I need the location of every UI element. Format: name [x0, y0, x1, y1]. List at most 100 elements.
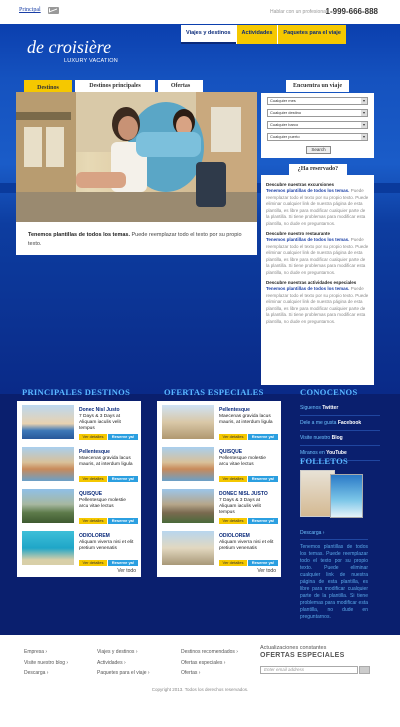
- home-link[interactable]: Principal: [19, 7, 41, 13]
- logo[interactable]: de croisière: [27, 37, 111, 58]
- search-button[interactable]: Search: [306, 146, 331, 154]
- item-text: Aliquam viverra nisi et elit pretium ven…: [79, 540, 134, 551]
- reserve-button[interactable]: Reserve ya!: [248, 476, 278, 482]
- thumbnail[interactable]: [162, 405, 214, 439]
- details-button[interactable]: Ver detalles: [79, 434, 107, 440]
- thumbnail[interactable]: [162, 447, 214, 481]
- ofertas-list: Pellentesque Maecenas gravida lacus maur…: [157, 401, 281, 577]
- item-title[interactable]: QUISQUE: [79, 491, 102, 497]
- nav-paquetes[interactable]: Paquetes para el viaje: [277, 25, 346, 44]
- item-text: Maecenas gravida lacus mauris, at interd…: [219, 414, 273, 425]
- excursion-title[interactable]: Descubre nuestras actividades especiales: [266, 279, 369, 286]
- nav-viajes[interactable]: Viajes y destinos: [181, 25, 236, 44]
- item-title[interactable]: Pellentesque: [219, 407, 250, 413]
- item-title[interactable]: ODIOLOREM: [219, 533, 250, 539]
- item-text: Pellentesque molestie arcu vitae lectus: [219, 456, 266, 467]
- subscribe-button[interactable]: [359, 666, 370, 674]
- thumbnail[interactable]: [162, 531, 214, 565]
- brochure-cover[interactable]: [330, 474, 363, 518]
- facebook-link[interactable]: Dele a me gusta Facebook: [300, 419, 380, 431]
- main-nav: Viajes y destinos Actividades Paquetes p…: [181, 25, 346, 44]
- footer-link[interactable]: Paquetes para el viaje: [97, 668, 150, 679]
- excursion-title[interactable]: Descubre nuestras excursiones: [266, 181, 369, 188]
- footer-link[interactable]: Viajes y destinos: [97, 647, 150, 658]
- phone-number: 1-999-666-888: [325, 7, 378, 16]
- reserve-button[interactable]: Reserve ya!: [108, 518, 138, 524]
- footer-link[interactable]: Visite nuestro blog: [24, 658, 68, 669]
- footer-link[interactable]: Actividades: [97, 658, 150, 669]
- item-text: Maecenas gravida lacus mauris, at interd…: [79, 456, 133, 467]
- reserve-button[interactable]: Reserve ya!: [248, 560, 278, 566]
- footer: Empresa Visite nuestro blog Descarga Via…: [0, 635, 400, 727]
- thumbnail[interactable]: [22, 489, 74, 523]
- details-button[interactable]: Ver detalles: [219, 518, 247, 524]
- ofertas-title: OFERTAS ESPECIALES: [164, 387, 264, 397]
- tab-destinos[interactable]: Destinos: [24, 80, 72, 92]
- ship-select[interactable]: Cualquier barco: [267, 121, 368, 129]
- logo-tagline: LUXURY VACATION: [64, 58, 118, 64]
- reserved-title: ¿Ha reservado?: [289, 164, 347, 175]
- list-item: QUISQUE Pellentesque molestie arcu vitae…: [162, 446, 278, 487]
- reserve-button[interactable]: Reserve ya!: [108, 560, 138, 566]
- item-title[interactable]: ODIOLOREM: [79, 533, 110, 539]
- item-title[interactable]: DONEC NISL JUSTO: [219, 491, 268, 497]
- reserve-button[interactable]: Reserve ya!: [108, 434, 138, 440]
- destinos-title: PRINCIPALES DESTINOS: [22, 387, 131, 397]
- list-item: Pellentesque Maecenas gravida lacus maur…: [162, 404, 278, 445]
- footer-link[interactable]: Descarga: [24, 668, 68, 679]
- thumbnail[interactable]: [162, 489, 214, 523]
- brochures-text: Tenemos plantillas de todos los temas. P…: [300, 544, 368, 620]
- list-item: Pellentesque Maecenas gravida lacus maur…: [22, 446, 138, 487]
- list-item: DONEC NISL JUSTO 7 Days & 3 Days at Aliq…: [162, 488, 278, 529]
- destination-select[interactable]: Cualquier destino: [267, 109, 368, 117]
- see-all-link[interactable]: Ver todo: [117, 568, 136, 574]
- details-button[interactable]: Ver detalles: [79, 476, 107, 482]
- tab-ofertas[interactable]: Ofertas: [158, 80, 203, 92]
- tab-destinos-principales[interactable]: Destinos principales: [75, 80, 155, 92]
- list-item: QUISQUE Pellentesque molestie arcu vitae…: [22, 488, 138, 529]
- nav-actividades[interactable]: Actividades: [235, 25, 278, 44]
- footer-link[interactable]: Destinos recomendados: [181, 647, 238, 658]
- mail-icon[interactable]: [48, 7, 59, 14]
- trip-search-form: Cualquier mes Cualquier destino Cualquie…: [261, 93, 374, 158]
- twitter-link[interactable]: Siguenos Twitter: [300, 404, 380, 416]
- blog-link[interactable]: Visite nuestro Blog: [300, 434, 380, 446]
- reserve-button[interactable]: Reserve ya!: [108, 476, 138, 482]
- details-button[interactable]: Ver detalles: [219, 476, 247, 482]
- footer-col: Empresa Visite nuestro blog Descarga: [24, 647, 68, 679]
- details-button[interactable]: Ver detalles: [219, 560, 247, 566]
- folletos-title: FOLLETOS: [300, 456, 349, 466]
- conocenos-title: CONOCENOS: [300, 387, 358, 397]
- hero-photo: [16, 92, 257, 222]
- see-all-link[interactable]: Ver todo: [257, 568, 276, 574]
- item-text: 7 Days & 3 Days at Aliquam iaculis velit…: [219, 498, 261, 515]
- footer-link[interactable]: Empresa: [24, 647, 68, 658]
- excursion-title[interactable]: Descubre nuestro restaurante: [266, 230, 369, 237]
- copyright: Copyright 2013. Todos los derechos reser…: [151, 687, 249, 692]
- details-button[interactable]: Ver detalles: [79, 518, 107, 524]
- reserve-button[interactable]: Reserve ya!: [248, 518, 278, 524]
- destination-tabs: Destinos Destinos principales Ofertas: [24, 80, 206, 92]
- item-title[interactable]: Donec Nisl Justo: [79, 407, 120, 413]
- month-select[interactable]: Cualquier mes: [267, 97, 368, 105]
- download-link[interactable]: Descarga ›: [300, 530, 368, 540]
- footer-link[interactable]: Ofertas: [181, 668, 238, 679]
- thumbnail[interactable]: [22, 447, 74, 481]
- port-select[interactable]: Cualquier puerto: [267, 133, 368, 141]
- email-field[interactable]: Enter email address: [260, 666, 358, 674]
- item-title[interactable]: QUISQUE: [219, 449, 242, 455]
- excursion-text: Tenemos plantillas de todos los temas. P…: [266, 188, 369, 226]
- thumbnail[interactable]: [22, 405, 74, 439]
- thumbnail[interactable]: [22, 531, 74, 565]
- footer-col: Destinos recomendados Ofertas especiales…: [181, 647, 238, 679]
- footer-link[interactable]: Ofertas especiales: [181, 658, 238, 669]
- search-title: Encuentra un viaje: [286, 80, 349, 92]
- excursion-text: Tenemos plantillas de todos los temas. P…: [266, 286, 369, 324]
- reserve-button[interactable]: Reserve ya!: [248, 434, 278, 440]
- details-button[interactable]: Ver detalles: [79, 560, 107, 566]
- item-text: Aliquam viverra nisi et elit pretium ven…: [219, 540, 274, 551]
- details-button[interactable]: Ver detalles: [219, 434, 247, 440]
- hero-text: Tenemos plantillas de todos los temas. P…: [28, 232, 242, 247]
- item-title[interactable]: Pellentesque: [79, 449, 110, 455]
- top-bar: Principal Hablar con un profesional 1-99…: [0, 0, 400, 24]
